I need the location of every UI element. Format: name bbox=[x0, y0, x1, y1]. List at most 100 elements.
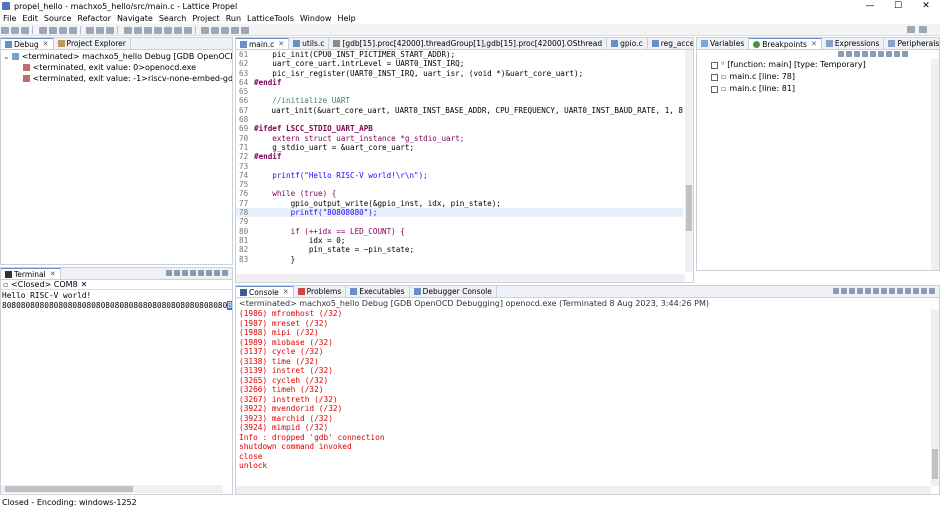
new-terminal-icon[interactable] bbox=[166, 270, 172, 276]
maximize-icon[interactable] bbox=[222, 270, 228, 276]
tree-item[interactable]: <terminated, exit value: -1>riscv-none-e… bbox=[3, 73, 232, 84]
suspend-icon[interactable] bbox=[133, 27, 142, 34]
console-vscrollbar[interactable] bbox=[931, 309, 939, 486]
show-on-stdout-icon[interactable] bbox=[881, 288, 887, 294]
tab-problems[interactable]: Problems bbox=[294, 286, 347, 297]
scroll-thumb[interactable] bbox=[5, 486, 133, 492]
menu-source[interactable]: Source bbox=[41, 14, 74, 23]
chevron-down-icon[interactable]: ⌄ bbox=[3, 52, 10, 61]
step-over-icon[interactable] bbox=[173, 27, 182, 34]
skip-all-icon[interactable] bbox=[870, 51, 876, 57]
expand-icon[interactable] bbox=[878, 51, 884, 57]
editor-hscrollbar[interactable] bbox=[236, 274, 685, 282]
menu-refactor[interactable]: Refactor bbox=[74, 14, 114, 23]
close-icon[interactable]: ✕ bbox=[81, 280, 88, 289]
close-icon[interactable]: ✕ bbox=[43, 39, 49, 50]
menu-help[interactable]: Help bbox=[334, 14, 358, 23]
console-hscrollbar[interactable] bbox=[236, 486, 931, 494]
nav-forward-icon[interactable] bbox=[231, 27, 240, 34]
terminate-icon[interactable] bbox=[143, 27, 152, 34]
tab-gpio-c[interactable]: gpio.c bbox=[607, 38, 648, 49]
menu-latticetools[interactable]: LatticeTools bbox=[244, 14, 297, 23]
save-icon[interactable] bbox=[11, 27, 19, 34]
tab-variables[interactable]: Variables bbox=[697, 38, 750, 49]
quick-access-icon[interactable] bbox=[907, 26, 915, 33]
maximize-button[interactable]: ☐ bbox=[884, 0, 912, 12]
breakpoints-vscrollbar[interactable] bbox=[931, 59, 939, 270]
save-all-icon[interactable] bbox=[21, 27, 29, 34]
close-icon[interactable]: ✕ bbox=[50, 269, 56, 280]
collapse-icon[interactable] bbox=[886, 51, 892, 57]
clear-console-icon[interactable] bbox=[857, 288, 863, 294]
scroll-lock-icon[interactable] bbox=[190, 270, 196, 276]
maximize-icon[interactable] bbox=[929, 288, 935, 294]
settings-icon[interactable] bbox=[182, 270, 188, 276]
tab-breakpoints[interactable]: Breakpoints ✕ bbox=[749, 38, 822, 49]
nav-back-icon[interactable] bbox=[221, 27, 230, 34]
pin-console-icon[interactable] bbox=[897, 288, 903, 294]
resume-icon[interactable] bbox=[123, 27, 132, 34]
close-icon[interactable]: ✕ bbox=[278, 39, 284, 50]
checkbox[interactable] bbox=[711, 73, 718, 81]
tab-reg-access-c[interactable]: reg_access.c bbox=[648, 38, 693, 49]
disconnect-icon[interactable] bbox=[153, 27, 162, 34]
perspective-debug-icon[interactable] bbox=[919, 26, 927, 33]
minimize-button[interactable]: — bbox=[856, 0, 884, 12]
scroll-thumb[interactable] bbox=[932, 449, 938, 479]
pin-icon[interactable] bbox=[241, 27, 250, 34]
link-icon[interactable] bbox=[894, 51, 900, 57]
tab-project-explorer[interactable]: Project Explorer bbox=[54, 38, 131, 49]
step-into-icon[interactable] bbox=[163, 27, 172, 34]
scroll-thumb[interactable] bbox=[686, 185, 692, 231]
new-icon[interactable] bbox=[1, 27, 9, 34]
terminal-hscrollbar[interactable] bbox=[1, 485, 223, 493]
show-supported-icon[interactable] bbox=[854, 51, 860, 57]
open-type-icon[interactable] bbox=[96, 27, 105, 34]
remove-all-icon[interactable] bbox=[846, 51, 852, 57]
menu-navigate[interactable]: Navigate bbox=[114, 14, 156, 23]
remove-icon[interactable] bbox=[838, 51, 844, 57]
step-return-icon[interactable] bbox=[183, 27, 192, 34]
tab-executables[interactable]: Executables bbox=[346, 286, 410, 297]
pin-icon[interactable] bbox=[206, 270, 212, 276]
list-item[interactable]: ᵈ [function: main] [type: Temporary] bbox=[711, 59, 939, 71]
tab-debug[interactable]: Debug ✕ bbox=[1, 38, 54, 49]
run-icon[interactable] bbox=[58, 27, 67, 34]
tab-terminal[interactable]: Terminal ✕ bbox=[1, 268, 61, 279]
editor-vscrollbar[interactable] bbox=[685, 50, 693, 272]
close-icon[interactable]: ✕ bbox=[283, 287, 289, 298]
close-button[interactable]: ✕ bbox=[912, 0, 940, 12]
menu-project[interactable]: Project bbox=[189, 14, 222, 23]
external-tools-icon[interactable] bbox=[68, 27, 77, 34]
close-icon[interactable]: ✕ bbox=[811, 39, 817, 50]
scroll-lock-icon[interactable] bbox=[865, 288, 871, 294]
tab-expressions[interactable]: Expressions bbox=[822, 38, 885, 49]
terminal-icon[interactable] bbox=[106, 27, 115, 34]
display-console-icon[interactable] bbox=[905, 288, 911, 294]
menu-search[interactable]: Search bbox=[156, 14, 189, 23]
tab-debugger-console[interactable]: Debugger Console bbox=[410, 286, 497, 297]
tab-main-c[interactable]: main.c ✕ bbox=[236, 38, 290, 50]
view-menu-icon[interactable] bbox=[902, 51, 908, 57]
remove-all-icon[interactable] bbox=[849, 288, 855, 294]
search-icon[interactable] bbox=[86, 27, 95, 34]
debug-icon[interactable] bbox=[48, 27, 57, 34]
list-item[interactable]: ▫ main.c [line: 78] bbox=[711, 71, 939, 83]
code-area[interactable]: 61 pic_init(CPU0_INST_PICTIMER_START_ADD… bbox=[236, 50, 683, 272]
disconnect-icon[interactable] bbox=[174, 270, 180, 276]
clear-icon[interactable] bbox=[198, 270, 204, 276]
tree-item[interactable]: ⌄ <terminated> machxo5_hello Debug [GDB … bbox=[3, 51, 232, 62]
minimize-icon[interactable] bbox=[921, 288, 927, 294]
remove-launch-icon[interactable] bbox=[841, 288, 847, 294]
show-on-stderr-icon[interactable] bbox=[889, 288, 895, 294]
checkbox[interactable] bbox=[711, 61, 718, 69]
list-item[interactable]: ▫ main.c [line: 81] bbox=[711, 83, 939, 95]
terminate-icon[interactable] bbox=[833, 288, 839, 294]
console-output[interactable]: (1986) mfromhost (/32) (1987) mreset (/32… bbox=[236, 309, 939, 471]
tab-peripherals[interactable]: Peripherals bbox=[884, 38, 939, 49]
open-console-icon[interactable] bbox=[913, 288, 919, 294]
perspective-icon[interactable] bbox=[201, 27, 210, 34]
checkbox[interactable] bbox=[711, 85, 718, 93]
menu-edit[interactable]: Edit bbox=[19, 14, 41, 23]
terminal-output[interactable]: Hello RISC-V world! 80808080808080808080… bbox=[1, 290, 232, 311]
